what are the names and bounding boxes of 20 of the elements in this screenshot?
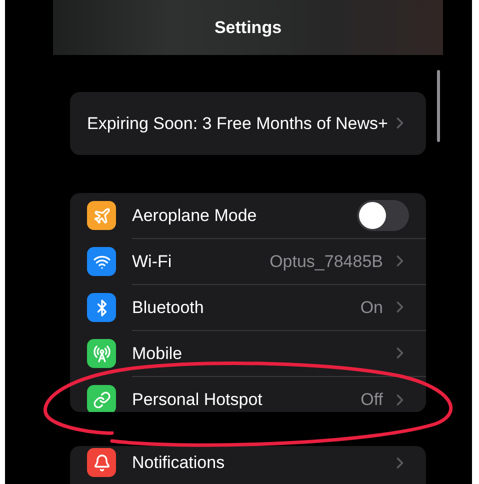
row-label: Mobile bbox=[132, 342, 184, 365]
settings-row[interactable]: Notifications bbox=[70, 446, 426, 484]
row-value: On bbox=[360, 296, 383, 319]
promo-text: Expiring Soon: 3 Free Months of News+ bbox=[87, 112, 389, 135]
header-title: Settings bbox=[214, 16, 282, 39]
settings-row[interactable]: Personal Hotspot Off bbox=[70, 376, 426, 412]
row-label: Personal Hotspot bbox=[132, 389, 264, 412]
row-label: Aeroplane Mode bbox=[132, 204, 258, 227]
row-label: Bluetooth bbox=[132, 296, 205, 319]
row-value: Optus_78485B bbox=[270, 250, 383, 273]
toggle-switch[interactable] bbox=[357, 200, 409, 231]
settings-row[interactable]: Bluetooth On bbox=[70, 284, 426, 331]
settings-row[interactable]: Aeroplane Mode bbox=[70, 192, 426, 239]
scrollbar bbox=[437, 70, 440, 142]
promo-card[interactable]: Expiring Soon: 3 Free Months of News+ bbox=[70, 92, 426, 155]
settings-row[interactable]: Wi-Fi Optus_78485B bbox=[70, 238, 426, 285]
row-value: Off bbox=[360, 389, 383, 412]
row-label: Wi-Fi bbox=[132, 250, 173, 273]
settings-row[interactable]: Mobile bbox=[70, 330, 426, 377]
row-label: Notifications bbox=[132, 452, 226, 474]
